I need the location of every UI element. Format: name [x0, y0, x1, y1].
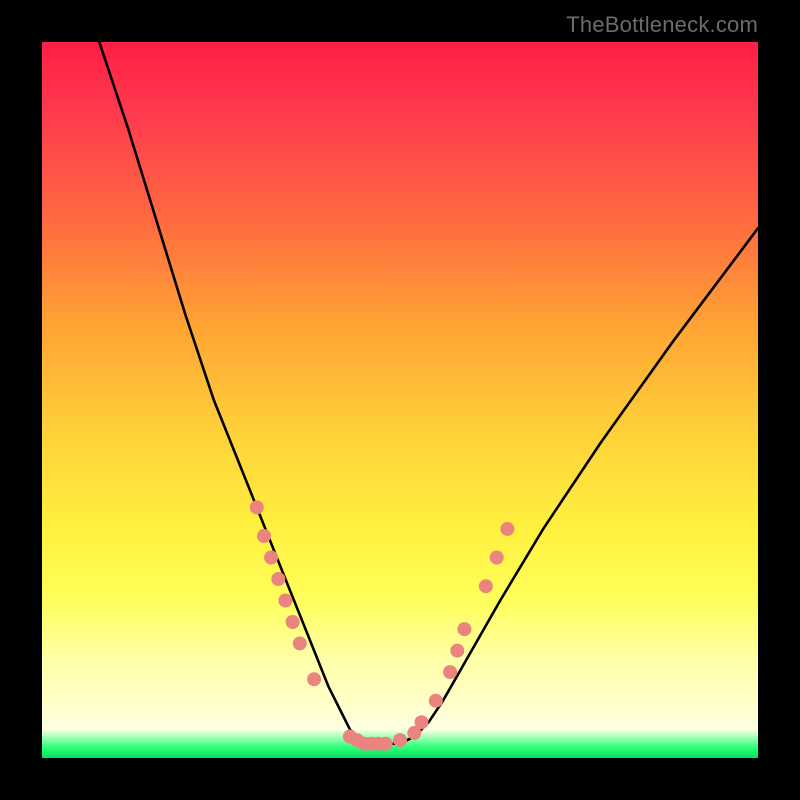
plot-area	[42, 42, 758, 758]
chart-frame: TheBottleneck.com	[0, 0, 800, 800]
watermark-label: TheBottleneck.com	[566, 12, 758, 38]
